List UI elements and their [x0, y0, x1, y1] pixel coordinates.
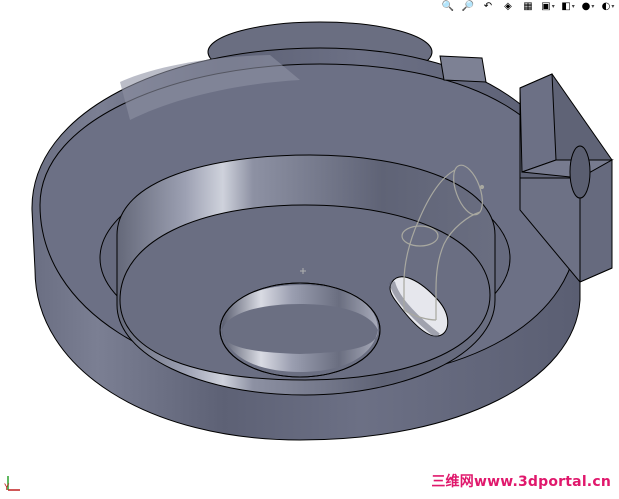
lug-hole: [569, 145, 591, 199]
heads-up-view-toolbar: 🔍 🔎 ↶ ◈ ▦ ▣ ▾ ◧ ▾ ● ▾ ◐ ▾: [437, 0, 619, 14]
display-style-icon[interactable]: ▣ ▾: [539, 1, 557, 14]
zoom-to-fit-icon[interactable]: 🔍: [439, 1, 457, 14]
view-orientation-icon[interactable]: ▦: [519, 1, 537, 14]
zoom-to-area-icon[interactable]: 🔎: [459, 1, 477, 14]
triad-axis-label: Y: [4, 483, 10, 493]
apply-scene-icon[interactable]: ◐ ▾: [599, 1, 617, 14]
section-view-icon[interactable]: ◈: [499, 1, 517, 14]
edit-appearance-icon[interactable]: ● ▾: [579, 1, 597, 14]
watermark-text: 三维网www.3dportal.cn: [431, 474, 611, 490]
previous-view-icon[interactable]: ↶: [479, 1, 497, 14]
graphics-viewport[interactable]: 🔍 🔎 ↶ ◈ ▦ ▣ ▾ ◧ ▾ ● ▾ ◐ ▾ Y 三维网www.3dportal.…: [0, 0, 619, 495]
hide-show-items-icon[interactable]: ◧ ▾: [559, 1, 577, 14]
model-canvas[interactable]: [0, 0, 619, 495]
